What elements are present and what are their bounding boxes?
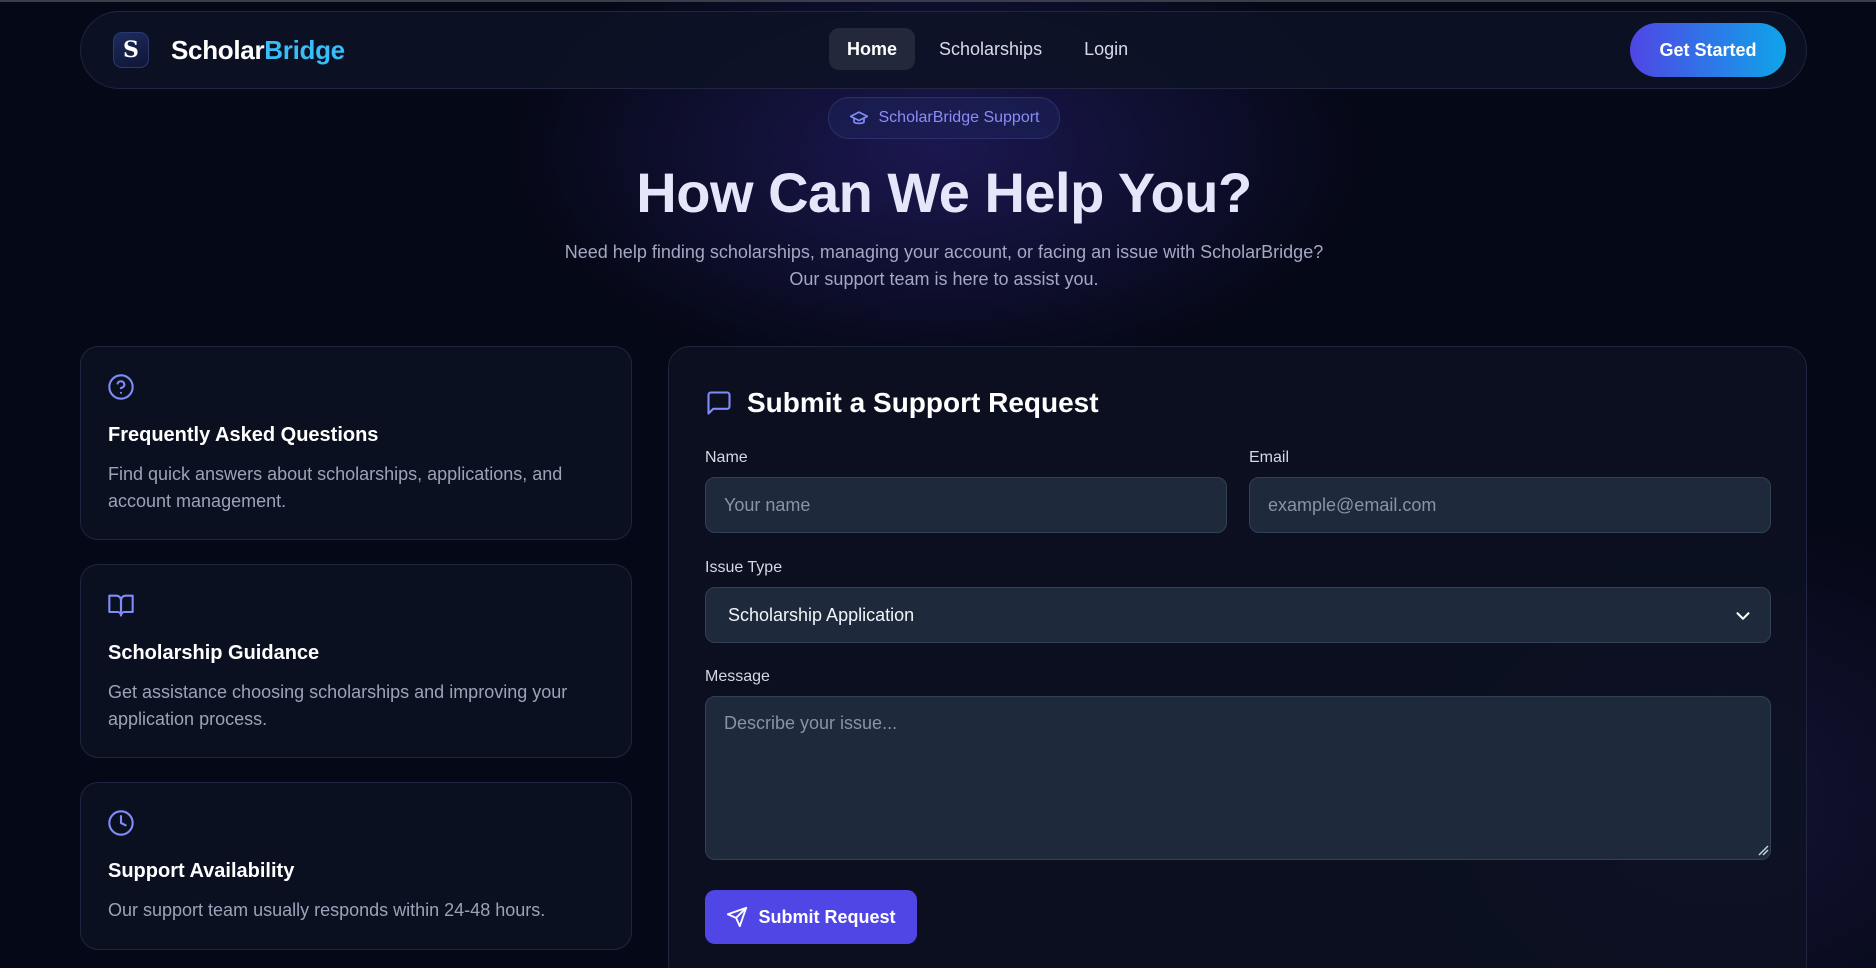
- form-heading-text: Submit a Support Request: [747, 387, 1099, 418]
- help-circle-icon: [108, 374, 134, 400]
- issue-type-select[interactable]: Scholarship Application: [705, 587, 1771, 643]
- book-open-icon: [108, 594, 134, 617]
- submit-request-button[interactable]: Submit Request: [705, 890, 917, 944]
- faq-card-text: Find quick answers about scholarships, a…: [108, 464, 563, 511]
- brand-name: ScholarBridge: [171, 35, 345, 66]
- nav-link-login[interactable]: Login: [1066, 28, 1146, 70]
- faq-card[interactable]: Frequently Asked Questions Find quick an…: [80, 346, 632, 540]
- resize-handle-icon[interactable]: [1757, 844, 1769, 856]
- issue-type-value: Scholarship Application: [728, 604, 915, 625]
- graduation-cap-icon: [849, 111, 868, 125]
- availability-card[interactable]: Support Availability Our support team us…: [80, 782, 632, 950]
- issue-type-label: Issue Type: [705, 559, 783, 576]
- faq-card-title: Frequently Asked Questions: [108, 424, 379, 446]
- guidance-card-title: Scholarship Guidance: [108, 642, 320, 664]
- brand-logo[interactable]: S ScholarBridge: [113, 32, 345, 68]
- logo-badge-icon: S: [113, 32, 149, 68]
- support-request-form: Submit a Support Request Name Email Issu…: [668, 346, 1807, 968]
- message-label: Message: [705, 668, 770, 685]
- guidance-card-text: Get assistance choosing scholarships and…: [108, 682, 568, 729]
- form-heading: Submit a Support Request: [705, 387, 1099, 419]
- support-badge: ScholarBridge Support: [828, 97, 1060, 139]
- guidance-card[interactable]: Scholarship Guidance Get assistance choo…: [80, 564, 632, 758]
- nav-link-home[interactable]: Home: [829, 28, 916, 70]
- window-top-border: [0, 0, 1876, 2]
- page-subtitle-line2: Our support team is here to assist you.: [789, 269, 1099, 289]
- brand-name-part2: Bridge: [264, 34, 345, 65]
- send-icon: [727, 906, 748, 928]
- page-title: How Can We Help You?: [636, 161, 1252, 224]
- top-navbar: S ScholarBridge Home Scholarships Login …: [80, 11, 1807, 89]
- message-textarea[interactable]: [705, 696, 1771, 860]
- name-input[interactable]: [705, 477, 1227, 533]
- page-subtitle-line1: Need help finding scholarships, managing…: [564, 242, 1324, 262]
- support-badge-text: ScholarBridge Support: [878, 109, 1040, 126]
- email-label: Email: [1249, 449, 1290, 466]
- name-label: Name: [705, 449, 748, 466]
- availability-card-text: Our support team usually responds within…: [108, 900, 546, 920]
- clock-icon: [108, 810, 134, 836]
- get-started-button[interactable]: Get Started: [1630, 23, 1786, 77]
- nav-links: Home Scholarships Login: [829, 28, 1152, 70]
- chevron-down-icon: [1736, 612, 1750, 620]
- logo-letter: S: [123, 37, 139, 63]
- brand-name-part1: Scholar: [171, 34, 265, 65]
- message-square-icon: [707, 391, 731, 415]
- submit-request-label: Submit Request: [758, 906, 896, 927]
- availability-card-title: Support Availability: [108, 860, 295, 882]
- nav-link-scholarships[interactable]: Scholarships: [921, 28, 1060, 70]
- email-input[interactable]: [1249, 477, 1771, 533]
- page-subtitle: Need help finding scholarships, managing…: [0, 239, 1876, 293]
